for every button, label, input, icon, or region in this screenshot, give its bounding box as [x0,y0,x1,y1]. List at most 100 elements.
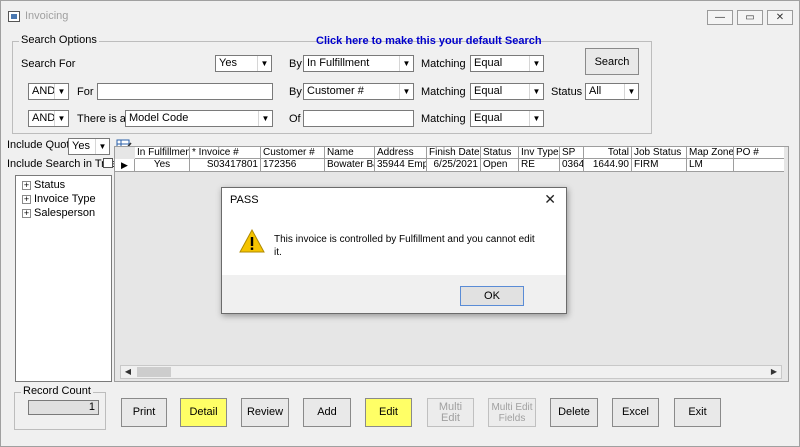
tree-item-salesperson[interactable]: + Salesperson [22,207,95,219]
scroll-left-icon[interactable]: ◀ [121,366,135,378]
horizontal-scrollbar[interactable]: ◀ ▶ [120,365,782,379]
filter-tree: + Status + Invoice Type + Salesperson [15,175,112,382]
close-button[interactable]: ✕ [767,10,793,25]
include-quote-value: Yes [72,140,90,152]
expand-icon[interactable]: + [22,180,31,190]
there-is-a-select[interactable]: Model Code ▼ [125,110,273,127]
scroll-thumb[interactable] [137,367,171,377]
by-select-2[interactable]: Customer # ▼ [303,83,414,100]
scroll-right-icon[interactable]: ▶ [767,366,781,378]
restore-button[interactable]: ▭ [737,10,763,25]
column-address[interactable]: Address [375,147,427,159]
edit-button[interactable]: Edit [365,398,412,427]
column-in-fulfillment[interactable]: In Fulfillment [135,147,190,159]
column-total[interactable]: Total [584,147,632,159]
chevron-down-icon: ▼ [529,111,543,126]
cell-inv-type: RE [519,159,560,172]
chevron-down-icon: ▼ [54,84,68,99]
cell-address: 35944 Empre [375,159,427,172]
matching-value-1: Equal [474,57,503,69]
cell-in-fulfillment: Yes [135,159,190,172]
search-for-label: Search For [21,58,76,70]
tree-item-label: Status [34,179,66,191]
and-value-1: AND [32,85,56,97]
pass-dialog: PASS ✕ This invoice is controlled by Ful… [221,187,567,314]
dialog-footer: OK [222,275,566,313]
expand-icon[interactable]: + [22,194,31,204]
chevron-down-icon: ▼ [399,84,413,99]
chevron-down-icon: ▼ [529,84,543,99]
matching-select-2[interactable]: Equal ▼ [470,83,544,100]
by-select-1[interactable]: In Fulfillment ▼ [303,55,414,72]
column-inv-type[interactable]: Inv Type [519,147,560,159]
chevron-down-icon: ▼ [95,139,109,154]
delete-button[interactable]: Delete [550,398,598,427]
ok-button[interactable]: OK [460,286,524,306]
detail-button[interactable]: Detail [180,398,227,427]
for-label: For [77,86,94,98]
column-job-status[interactable]: Job Status [632,147,687,159]
dialog-close-icon[interactable]: ✕ [544,191,556,208]
matching-value-2: Equal [474,85,503,97]
print-button[interactable]: Print [121,398,167,427]
matching-select-3[interactable]: Equal ▼ [470,110,544,127]
record-count-legend: Record Count [21,385,93,397]
cell-name: Bowater Ba [325,159,375,172]
exit-button[interactable]: Exit [674,398,721,427]
minimize-button[interactable]: — [707,10,733,25]
status-value: All [589,85,602,97]
matching-select-1[interactable]: Equal ▼ [470,55,544,72]
record-count-value: 1 [28,400,99,415]
row-selector-arrow-icon[interactable]: ▶ [115,159,135,172]
for-input[interactable] [97,83,273,100]
and-select-1[interactable]: AND ▼ [28,83,69,100]
warning-icon [239,228,265,253]
column-customer-number[interactable]: Customer # [261,147,325,159]
matching-value-3: Equal [474,112,503,124]
search-for-select[interactable]: Yes ▼ [215,55,272,72]
status-select[interactable]: All ▼ [585,83,639,100]
chevron-down-icon: ▼ [529,56,543,71]
and-select-2[interactable]: AND ▼ [28,110,69,127]
include-search-checkbox[interactable] [103,158,113,168]
review-button[interactable]: Review [241,398,289,427]
cell-total: 1644.90 [584,159,632,172]
search-button[interactable]: Search [585,48,639,75]
multi-edit-button[interactable]: Multi Edit [427,398,474,427]
column-map-zone[interactable]: Map Zone [687,147,734,159]
matching-label-3: Matching [421,113,466,125]
matching-label-1: Matching [421,58,466,70]
title-bar: Invoicing — ▭ ✕ [1,1,799,31]
include-quote-label: Include Quote [7,139,76,151]
by-value-1: In Fulfillment [307,57,370,69]
excel-button[interactable]: Excel [612,398,659,427]
default-search-link[interactable]: Click here to make this your default Sea… [316,35,542,47]
chevron-down-icon: ▼ [624,84,638,99]
chevron-down-icon: ▼ [258,111,272,126]
there-is-a-value: Model Code [129,112,189,124]
dialog-message: This invoice is controlled by Fulfillmen… [274,234,535,258]
search-options-legend: Search Options [19,34,99,46]
multi-edit-fields-button[interactable]: Multi Edit Fields [488,398,536,427]
column-po-number[interactable]: PO # [734,147,784,159]
add-button[interactable]: Add [303,398,351,427]
column-finish-date[interactable]: Finish Date [427,147,481,159]
cell-invoice-number: S03417801 [190,159,261,172]
include-quote-select[interactable]: Yes ▼ [68,138,110,155]
cell-finish-date: 6/25/2021 [427,159,481,172]
tree-item-status[interactable]: + Status [22,179,65,191]
table-row[interactable]: ▶ Yes S03417801 172356 Bowater Ba 35944 … [115,159,784,172]
column-sp[interactable]: SP [560,147,584,159]
column-name[interactable]: Name [325,147,375,159]
column-status[interactable]: Status [481,147,519,159]
include-search-label: Include Search in Tree [7,158,118,170]
grid-header-row: In Fulfillment * Invoice # Customer # Na… [135,147,784,159]
of-input[interactable] [303,110,414,127]
chevron-down-icon: ▼ [257,56,271,71]
column-invoice-number[interactable]: * Invoice # [190,147,261,159]
chevron-down-icon: ▼ [54,111,68,126]
expand-icon[interactable]: + [22,208,31,218]
by-value-2: Customer # [307,85,364,97]
cell-status: Open [481,159,519,172]
tree-item-invoice-type[interactable]: + Invoice Type [22,193,96,205]
